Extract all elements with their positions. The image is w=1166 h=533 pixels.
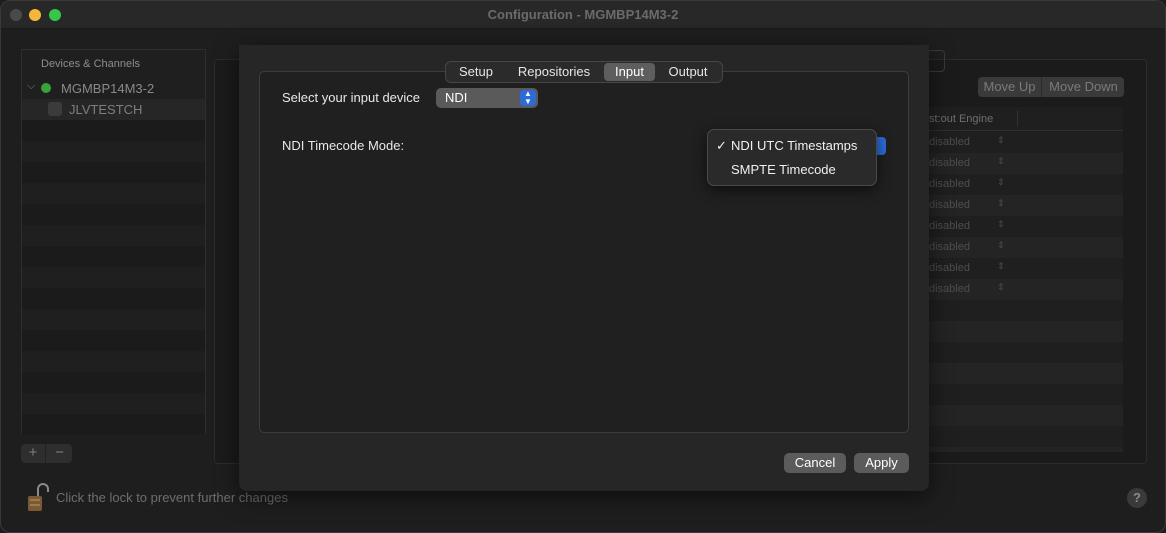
checkmark-icon: ✓ [716, 138, 727, 153]
table-row[interactable]: disabled ⇕ [909, 216, 1123, 237]
chevron-down-icon[interactable]: ⌵ [27, 80, 35, 93]
menu-item-ndi-utc[interactable]: ✓ NDI UTC Timestamps [708, 135, 876, 157]
add-remove-control: + − [21, 444, 72, 463]
tab-repositories[interactable]: Repositories [508, 63, 600, 81]
table-row[interactable]: disabled ⇕ [909, 153, 1123, 174]
table-cell: disabled [929, 178, 970, 190]
updown-arrow-icon: ⇕ [997, 219, 1005, 229]
timecode-mode-menu: ✓ NDI UTC Timestamps SMPTE Timecode [707, 129, 877, 186]
column-divider [1017, 111, 1018, 127]
apply-button[interactable]: Apply [854, 453, 909, 473]
menu-item-label: NDI UTC Timestamps [731, 138, 858, 153]
move-buttons: Move Up Move Down [978, 77, 1124, 97]
empty-row [22, 246, 205, 267]
table-cell: disabled [929, 241, 970, 253]
updown-arrow-icon: ⇕ [997, 135, 1005, 145]
empty-row [22, 162, 205, 183]
empty-row [909, 447, 1123, 452]
table-cell: disabled [929, 262, 970, 274]
updown-arrow-icon: ⇕ [997, 198, 1005, 208]
table-row[interactable]: disabled ⇕ [909, 258, 1123, 279]
channel-row[interactable]: JLVTESTCH [22, 99, 205, 120]
updown-arrow-icon: ⇕ [997, 177, 1005, 187]
lock-text: Click the lock to prevent further change… [56, 490, 288, 505]
table-cell: disabled [929, 220, 970, 232]
device-name: MGMBP14M3-2 [61, 81, 155, 96]
tab-bar: Setup Repositories Input Output [445, 61, 723, 83]
move-up-button[interactable]: Move Up [978, 77, 1042, 97]
input-device-value: NDI [445, 90, 468, 105]
table-cell: disabled [929, 157, 970, 169]
table-cell: disabled [929, 136, 970, 148]
updown-arrow-icon: ⇕ [997, 240, 1005, 250]
updown-arrow-icon: ⇕ [997, 282, 1005, 292]
empty-row [22, 204, 205, 225]
empty-row [22, 414, 205, 435]
device-row[interactable]: ⌵ MGMBP14M3-2 [22, 78, 205, 99]
title-bar: Configuration - MGMBP14M3-2 [1, 1, 1165, 29]
column-header: st:out Engine [929, 113, 994, 125]
lock-open-icon[interactable] [27, 482, 49, 512]
move-down-button[interactable]: Move Down [1043, 77, 1124, 97]
empty-row [909, 363, 1123, 384]
input-device-label: Select your input device [282, 90, 421, 105]
empty-row [909, 405, 1123, 426]
remove-button[interactable]: − [47, 444, 72, 463]
updown-chevron-icon: ▲ ▼ [520, 90, 536, 106]
table-cell: disabled [929, 199, 970, 211]
status-dot-icon [41, 83, 51, 93]
empty-row [22, 330, 205, 351]
engine-table: st:out Engine disabled ⇕ disabled ⇕ disabl… [909, 107, 1123, 452]
menu-item-label: SMPTE Timecode [731, 162, 836, 177]
channel-name: JLVTESTCH [69, 102, 143, 117]
empty-row [22, 372, 205, 393]
menu-item-smpte[interactable]: SMPTE Timecode [708, 159, 876, 181]
channel-checkbox[interactable] [48, 102, 62, 116]
table-row[interactable]: disabled ⇕ [909, 279, 1123, 300]
tab-output[interactable]: Output [659, 63, 717, 81]
table-row[interactable]: disabled ⇕ [909, 237, 1123, 258]
table-row[interactable]: disabled ⇕ [909, 174, 1123, 195]
tab-input[interactable]: Input [604, 63, 655, 81]
cancel-button[interactable]: Cancel [784, 453, 846, 473]
tab-content-panel [259, 71, 909, 433]
help-button[interactable]: ? [1127, 488, 1147, 508]
input-device-select[interactable]: NDI ▲ ▼ [436, 88, 538, 108]
devices-header: Devices & Channels [41, 58, 141, 70]
configuration-window: Configuration - MGMBP14M3-2 Devices & Ch… [0, 0, 1166, 533]
empty-row [909, 321, 1123, 342]
table-cell: disabled [929, 283, 970, 295]
updown-arrow-icon: ⇕ [997, 261, 1005, 271]
add-button[interactable]: + [21, 444, 46, 463]
table-row[interactable]: disabled ⇕ [909, 195, 1123, 216]
table-header: st:out Engine [909, 107, 1123, 131]
devices-channels-panel: Devices & Channels ⌵ MGMBP14M3-2 JLVTEST… [21, 49, 206, 435]
empty-row [22, 288, 205, 309]
updown-arrow-icon: ⇕ [997, 156, 1005, 166]
tab-setup[interactable]: Setup [450, 63, 502, 81]
empty-row [22, 120, 205, 141]
timecode-mode-label: NDI Timecode Mode: [282, 138, 405, 153]
window-title: Configuration - MGMBP14M3-2 [487, 7, 679, 22]
table-row[interactable]: disabled ⇕ [909, 132, 1123, 153]
